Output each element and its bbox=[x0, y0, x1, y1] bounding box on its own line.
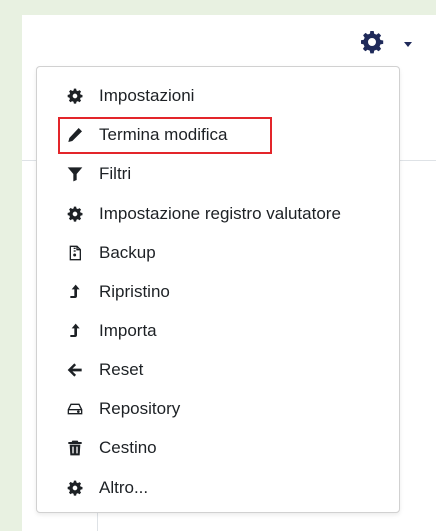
menu-item-label: Ripristino bbox=[99, 282, 170, 301]
settings-menu-toggle[interactable] bbox=[360, 29, 430, 59]
menu-item-reset[interactable]: Reset bbox=[37, 351, 399, 389]
file-archive-icon bbox=[67, 245, 83, 261]
menu-item-label: Reset bbox=[99, 360, 144, 379]
gear-icon bbox=[67, 206, 83, 222]
menu-item-altro[interactable]: Altro... bbox=[37, 469, 399, 507]
menu-item-label: Backup bbox=[99, 243, 156, 262]
menu-item-label: Impostazione registro valutatore bbox=[99, 204, 341, 223]
menu-item-label: Cestino bbox=[99, 438, 157, 457]
menu-item-ripristino[interactable]: Ripristino bbox=[37, 273, 399, 311]
menu-item-filtri[interactable]: Filtri bbox=[37, 155, 399, 193]
caret-down-icon bbox=[404, 41, 412, 47]
gear-icon bbox=[67, 88, 83, 104]
menu-item-label: Repository bbox=[99, 399, 181, 418]
menu-item-cestino[interactable]: Cestino bbox=[37, 429, 399, 467]
menu-item-impostazione-registro-valutatore[interactable]: Impostazione registro valutatore bbox=[37, 195, 399, 233]
divider-line bbox=[400, 160, 436, 161]
menu-item-label: Impostazioni bbox=[99, 86, 195, 105]
level-up-icon bbox=[67, 323, 83, 339]
gear-icon bbox=[360, 30, 384, 59]
menu-item-repository[interactable]: Repository bbox=[37, 390, 399, 428]
trash-icon bbox=[67, 440, 83, 456]
filter-icon bbox=[67, 166, 83, 182]
menu-item-impostazioni[interactable]: Impostazioni bbox=[37, 77, 399, 115]
menu-item-importa[interactable]: Importa bbox=[37, 312, 399, 350]
divider-line bbox=[97, 513, 98, 531]
menu-item-label: Altro... bbox=[99, 478, 149, 497]
hard-drive-icon bbox=[67, 401, 83, 417]
gear-icon bbox=[67, 480, 83, 496]
menu-item-label: Filtri bbox=[99, 164, 132, 183]
arrow-left-icon bbox=[67, 362, 83, 378]
menu-item-label: Importa bbox=[99, 321, 157, 340]
level-up-icon bbox=[67, 284, 83, 300]
divider-line bbox=[22, 160, 36, 161]
menu-item-backup[interactable]: Backup bbox=[37, 234, 399, 272]
highlight-box bbox=[58, 117, 272, 154]
